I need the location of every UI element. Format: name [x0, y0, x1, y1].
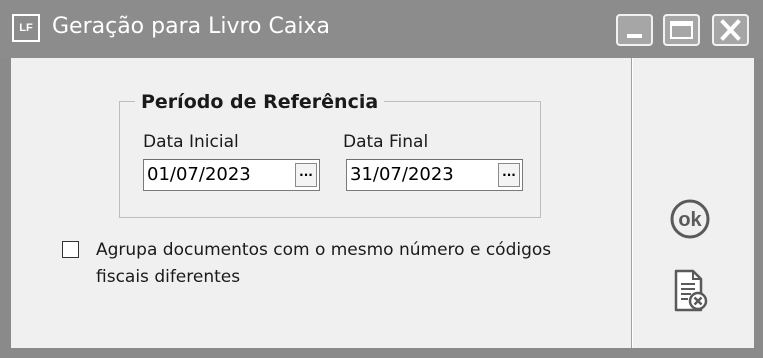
- minimize-icon: [627, 34, 642, 38]
- ok-icon[interactable]: ok: [668, 197, 712, 241]
- group-documents-checkbox[interactable]: [62, 241, 79, 258]
- end-date-value[interactable]: 31/07/2023: [350, 164, 454, 186]
- start-date-value[interactable]: 01/07/2023: [147, 164, 251, 186]
- end-date-label: Data Final: [343, 132, 429, 152]
- cancel-document-icon[interactable]: [671, 268, 711, 314]
- app-icon: LF: [12, 14, 40, 42]
- close-button[interactable]: [712, 14, 749, 46]
- title-bar[interactable]: LF Geração para Livro Caixa: [0, 0, 763, 58]
- reference-period-title: Período de Referência: [135, 90, 385, 114]
- panel-divider-highlight: [632, 58, 633, 348]
- start-date-label: Data Inicial: [143, 132, 239, 152]
- ok-label: ok: [678, 209, 702, 231]
- minimize-button[interactable]: [616, 14, 653, 46]
- maximize-button[interactable]: [663, 14, 700, 46]
- window: LF Geração para Livro Caixa Período de R…: [0, 0, 763, 358]
- dialog-body: Período de Referência Data Inicial Data …: [11, 58, 754, 348]
- window-title: Geração para Livro Caixa: [52, 14, 330, 39]
- start-date-field[interactable]: 01/07/2023 ···: [143, 159, 320, 191]
- end-date-field[interactable]: 31/07/2023 ···: [346, 159, 523, 191]
- group-documents-label[interactable]: Agrupa documentos com o mesmo número e c…: [96, 237, 566, 291]
- maximize-icon: [670, 21, 693, 39]
- start-date-picker-button[interactable]: ···: [295, 163, 317, 187]
- close-icon: [720, 19, 741, 41]
- end-date-picker-button[interactable]: ···: [498, 163, 520, 187]
